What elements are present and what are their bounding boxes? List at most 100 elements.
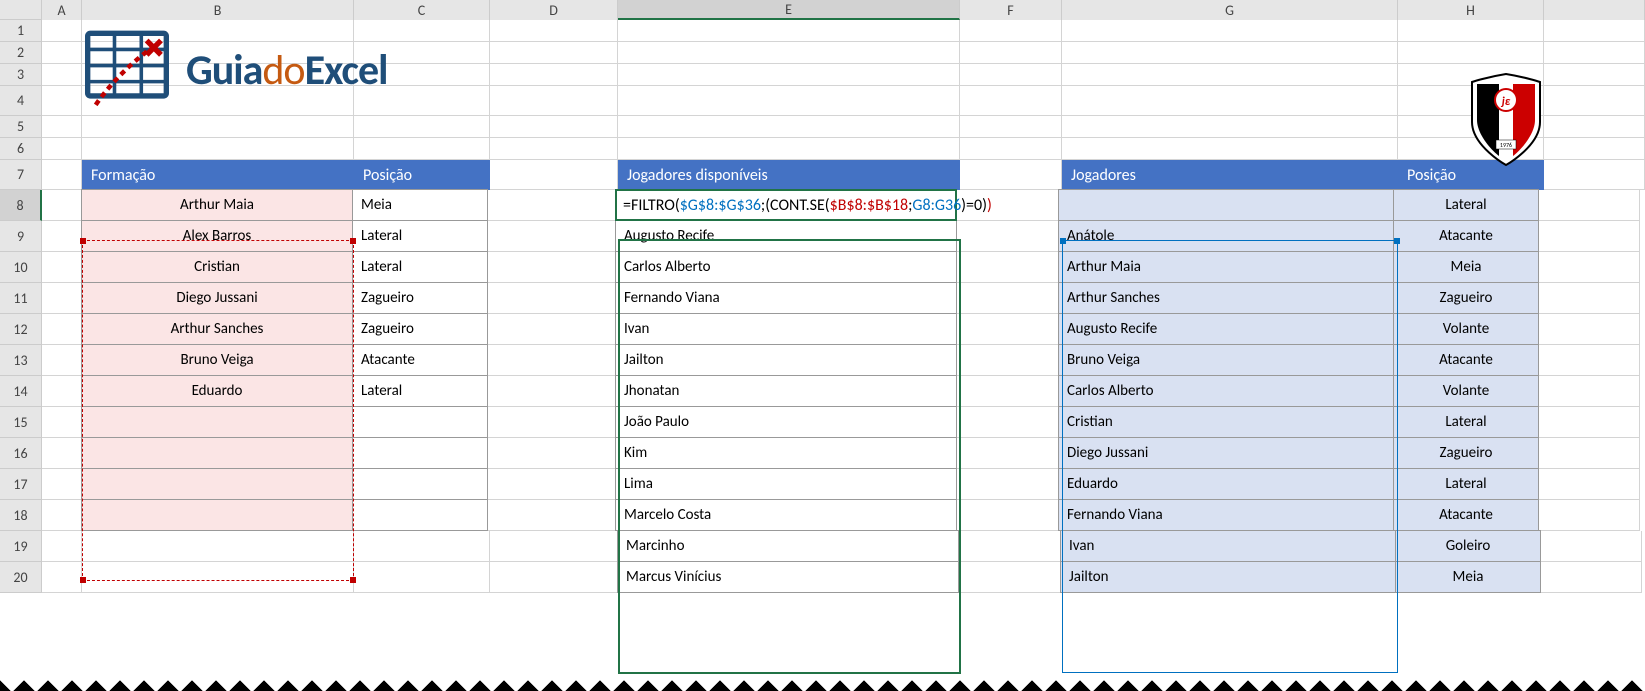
- row-header-8[interactable]: 8: [0, 190, 42, 221]
- col-header-E[interactable]: E: [618, 0, 960, 20]
- table1-pos[interactable]: Lateral: [352, 251, 488, 283]
- table3-name[interactable]: Jailton: [1060, 561, 1396, 593]
- row-header-6[interactable]: 6: [0, 138, 42, 160]
- table3-name[interactable]: Eduardo: [1058, 468, 1394, 500]
- table2-name[interactable]: João Paulo: [615, 406, 957, 438]
- table3-name[interactable]: Anátole: [1058, 220, 1394, 252]
- table2-name[interactable]: Ivan: [615, 313, 957, 345]
- table2-name[interactable]: Carlos Alberto: [615, 251, 957, 283]
- table3-pos[interactable]: Volante: [1393, 375, 1539, 407]
- table1-name[interactable]: [81, 499, 353, 531]
- table3-pos[interactable]: Zagueiro: [1393, 437, 1539, 469]
- row-header-19[interactable]: 19: [0, 531, 42, 562]
- table1-pos[interactable]: Lateral: [352, 375, 488, 407]
- table3-name[interactable]: Bruno Veiga: [1058, 344, 1394, 376]
- table2-name[interactable]: Jhonatan: [615, 375, 957, 407]
- table1-pos[interactable]: [354, 562, 490, 593]
- col-header-B[interactable]: B: [82, 0, 354, 20]
- table1-name[interactable]: Arthur Maia: [81, 189, 353, 221]
- table3-name[interactable]: Augusto Recife: [1058, 313, 1394, 345]
- col-header-rest[interactable]: [1544, 0, 1645, 20]
- table1-pos[interactable]: [352, 468, 488, 500]
- table3-name[interactable]: Ivan: [1060, 530, 1396, 562]
- col-header-C[interactable]: C: [354, 0, 490, 20]
- row-header-2[interactable]: 2: [0, 42, 42, 64]
- table2-header[interactable]: Jogadores disponíveis: [618, 160, 960, 190]
- table1-name[interactable]: Cristian: [81, 251, 353, 283]
- table3-pos[interactable]: Lateral: [1393, 189, 1539, 221]
- table1-name[interactable]: Eduardo: [81, 375, 353, 407]
- col-header-A[interactable]: A: [42, 0, 82, 20]
- table2-name[interactable]: Lima: [615, 468, 957, 500]
- row-header-5[interactable]: 5: [0, 116, 42, 138]
- table1-pos[interactable]: Atacante: [352, 344, 488, 376]
- table3-pos[interactable]: Goleiro: [1395, 530, 1541, 562]
- table3-pos[interactable]: Atacante: [1393, 220, 1539, 252]
- table3-name[interactable]: Cristian: [1058, 406, 1394, 438]
- table1-header-formacao[interactable]: Formação: [82, 160, 354, 190]
- table1-pos[interactable]: [352, 406, 488, 438]
- table1-name[interactable]: Bruno Veiga: [81, 344, 353, 376]
- row-header-12[interactable]: 12: [0, 314, 42, 345]
- table1-name[interactable]: [81, 406, 353, 438]
- table1-name[interactable]: [82, 562, 354, 593]
- table2-name[interactable]: Kim: [615, 437, 957, 469]
- table3-header-jogadores[interactable]: Jogadores: [1062, 160, 1398, 190]
- row-header-3[interactable]: 3: [0, 64, 42, 86]
- row-header-7[interactable]: 7: [0, 160, 42, 190]
- table1-pos[interactable]: Lateral: [352, 220, 488, 252]
- table1-pos[interactable]: Zagueiro: [352, 313, 488, 345]
- table3-pos[interactable]: Atacante: [1393, 499, 1539, 531]
- table2-name[interactable]: Jailton: [615, 344, 957, 376]
- col-header-F[interactable]: F: [960, 0, 1062, 20]
- row-header-11[interactable]: 11: [0, 283, 42, 314]
- table3-pos[interactable]: Volante: [1393, 313, 1539, 345]
- table2-name[interactable]: Augusto Recife: [615, 220, 957, 252]
- table2-name[interactable]: Fernando Viana: [615, 282, 957, 314]
- table1-name[interactable]: Alex Barros: [81, 220, 353, 252]
- row-header-1[interactable]: 1: [0, 20, 42, 42]
- row-header-20[interactable]: 20: [0, 562, 42, 593]
- table3-name[interactable]: Arthur Maia: [1058, 251, 1394, 283]
- table2-name[interactable]: Marcinho: [617, 530, 959, 562]
- table1-name[interactable]: [81, 437, 353, 469]
- table3-pos[interactable]: Atacante: [1393, 344, 1539, 376]
- table1-pos[interactable]: [352, 499, 488, 531]
- table1-pos[interactable]: Meia: [352, 189, 488, 221]
- table3-name[interactable]: Diego Jussani: [1058, 437, 1394, 469]
- row-header-17[interactable]: 17: [0, 469, 42, 500]
- table1-header-posicao[interactable]: Posição: [354, 160, 490, 190]
- table2-name[interactable]: Marcelo Costa: [615, 499, 957, 531]
- table3-pos[interactable]: Zagueiro: [1393, 282, 1539, 314]
- select-all-corner[interactable]: [0, 0, 42, 20]
- row-header-18[interactable]: 18: [0, 500, 42, 531]
- row-header-4[interactable]: 4: [0, 86, 42, 116]
- col-header-D[interactable]: D: [490, 0, 618, 20]
- table3-name[interactable]: Carlos Alberto: [1058, 375, 1394, 407]
- table1-name[interactable]: Diego Jussani: [81, 282, 353, 314]
- table3-pos[interactable]: Meia: [1395, 561, 1541, 593]
- table3-pos[interactable]: Lateral: [1393, 406, 1539, 438]
- table1-name[interactable]: [82, 531, 354, 562]
- row-header-15[interactable]: 15: [0, 407, 42, 438]
- table3-pos[interactable]: Lateral: [1393, 468, 1539, 500]
- table1-pos[interactable]: [354, 531, 490, 562]
- row-header-14[interactable]: 14: [0, 376, 42, 407]
- table3-name[interactable]: Arthur Sanches: [1058, 282, 1394, 314]
- col-header-G[interactable]: G: [1062, 0, 1398, 20]
- table2-name[interactable]: Marcus Vinícius: [617, 561, 959, 593]
- table1-pos[interactable]: Zagueiro: [352, 282, 488, 314]
- row-header-9[interactable]: 9: [0, 221, 42, 252]
- row-header-16[interactable]: 16: [0, 438, 42, 469]
- table3-name[interactable]: Fernando Viana: [1058, 499, 1394, 531]
- table3-name[interactable]: [1058, 189, 1394, 221]
- guia-do-excel-logo: GuiadoExcel: [82, 28, 387, 112]
- formula-cell[interactable]: =FILTRO($G$8:$G$36;(CONT.SE($B$8:$B$18;G…: [615, 189, 957, 221]
- table1-name[interactable]: [81, 468, 353, 500]
- row-header-10[interactable]: 10: [0, 252, 42, 283]
- table3-pos[interactable]: Meia: [1393, 251, 1539, 283]
- table1-pos[interactable]: [352, 437, 488, 469]
- col-header-H[interactable]: H: [1398, 0, 1544, 20]
- table1-name[interactable]: Arthur Sanches: [81, 313, 353, 345]
- row-header-13[interactable]: 13: [0, 345, 42, 376]
